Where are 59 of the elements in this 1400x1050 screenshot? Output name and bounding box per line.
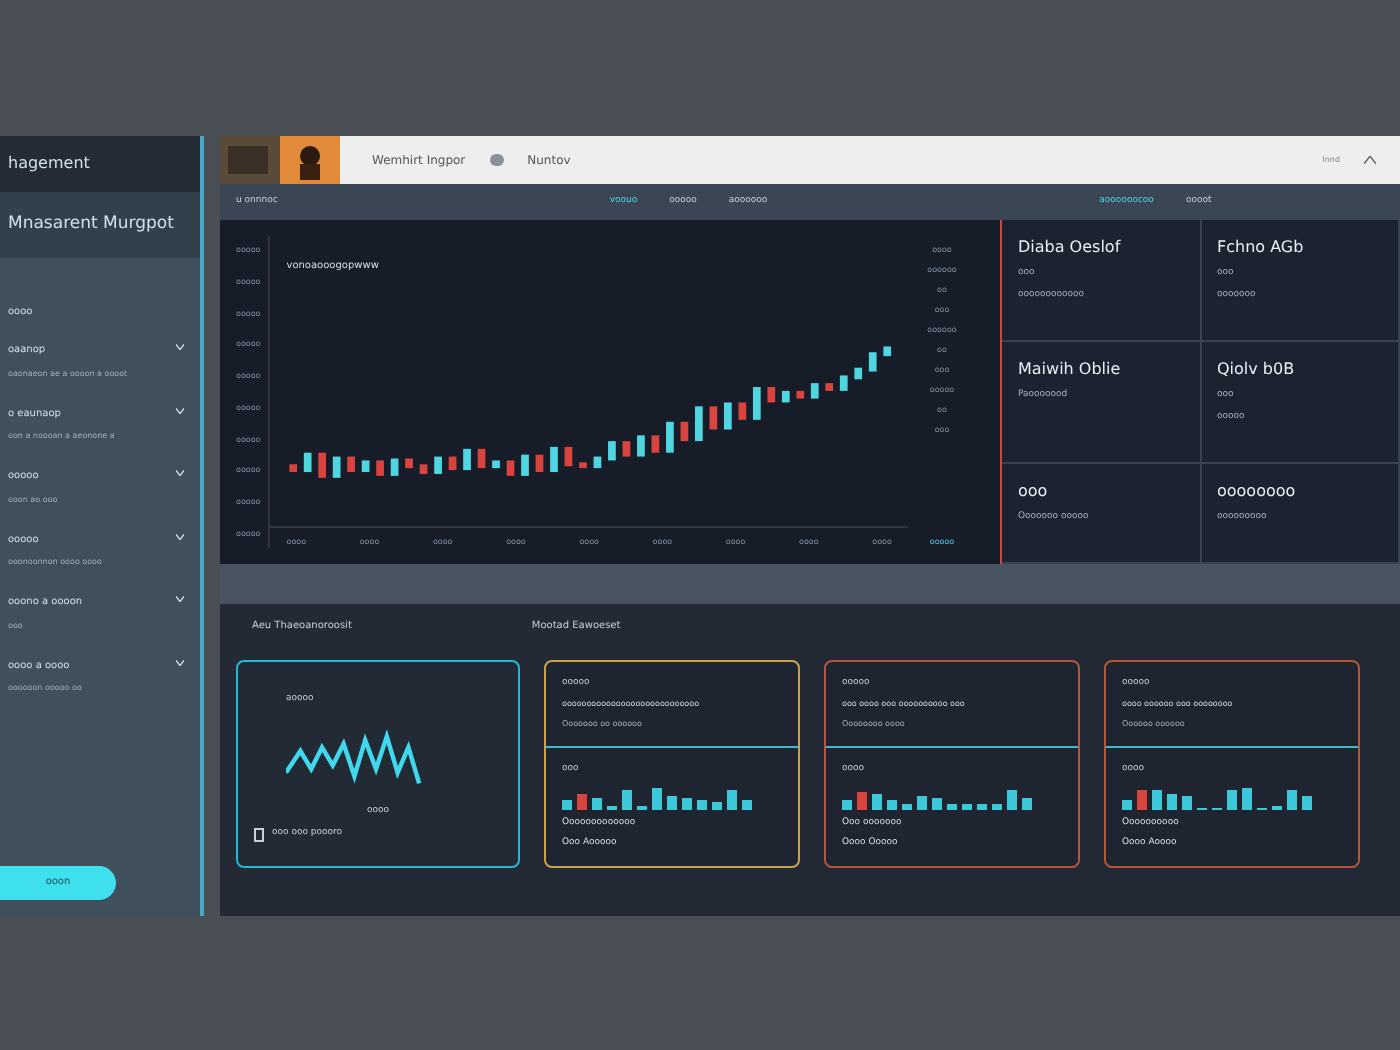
chevron-down-icon — [176, 659, 184, 666]
candle — [536, 454, 544, 472]
candle — [463, 448, 472, 471]
candle — [565, 446, 573, 467]
candle — [796, 390, 805, 399]
candle — [695, 406, 704, 442]
stat-title: Maiwih Oblie — [1018, 357, 1123, 382]
stat-title: oooooooo — [1217, 479, 1298, 504]
candle — [347, 456, 356, 472]
candle — [637, 435, 646, 457]
candle — [681, 421, 689, 442]
candle — [869, 352, 878, 372]
candle — [362, 460, 370, 472]
candle — [405, 458, 414, 469]
candle — [391, 458, 399, 476]
candle — [666, 421, 675, 453]
candle — [753, 387, 762, 420]
candle — [333, 456, 341, 478]
candle — [434, 456, 443, 474]
stat-title: Fchno AGb — [1217, 236, 1306, 260]
candle — [318, 452, 327, 478]
document-icon — [254, 828, 264, 842]
candle — [289, 464, 298, 472]
candle — [594, 456, 602, 469]
candle — [492, 460, 501, 469]
candle — [883, 346, 892, 357]
candle — [449, 456, 457, 471]
stat-title: Diaba Oeslof — [1018, 236, 1123, 260]
chevron-down-icon — [176, 470, 184, 477]
candle — [811, 383, 820, 399]
stat-title: ooo — [1018, 479, 1050, 504]
candle — [854, 367, 863, 380]
candle — [724, 402, 733, 430]
chevron-down-icon — [176, 596, 184, 603]
candle — [710, 406, 718, 430]
stat-title: Qiolv b0B — [1217, 357, 1297, 382]
sidebar-subtitle: Mnasarent Murgpot — [0, 192, 200, 258]
candle — [825, 383, 834, 391]
candle — [478, 448, 486, 469]
candle — [782, 390, 791, 403]
user-icon — [489, 154, 504, 166]
candle — [521, 454, 530, 476]
chevron-down-icon — [176, 344, 184, 351]
candle — [767, 387, 776, 403]
candle — [579, 462, 588, 469]
candle — [550, 446, 559, 472]
sidebar-title: hagement — [0, 136, 200, 192]
candle — [608, 441, 617, 461]
candle — [376, 460, 385, 476]
chevron-down-icon — [176, 533, 184, 540]
candle — [623, 441, 631, 457]
candle — [738, 402, 747, 420]
chevron-up-icon[interactable] — [1364, 156, 1376, 164]
candle — [507, 460, 515, 476]
candle — [304, 452, 313, 472]
candle — [840, 375, 849, 391]
candle — [652, 435, 660, 453]
chevron-down-icon — [176, 407, 184, 414]
candle — [420, 464, 428, 474]
